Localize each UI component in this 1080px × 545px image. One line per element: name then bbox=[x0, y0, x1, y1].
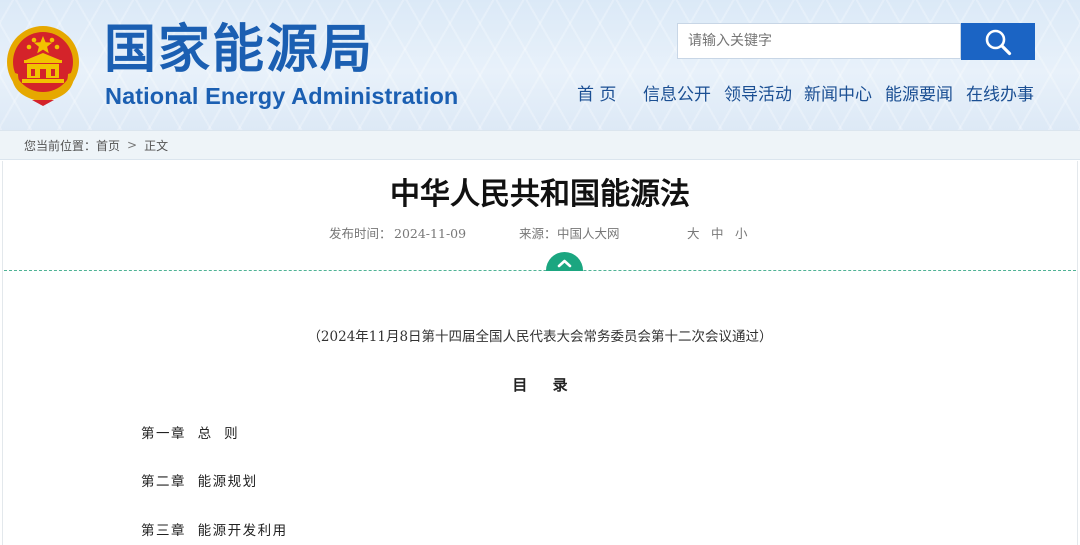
source-label: 来源： bbox=[519, 226, 557, 241]
toc-item[interactable]: 第一章 总 则 bbox=[141, 423, 239, 445]
source-value: 中国人大网 bbox=[557, 226, 620, 241]
toc-item[interactable]: 第二章 能源规划 bbox=[141, 471, 258, 493]
toc-item[interactable]: 第三章 能源开发利用 bbox=[141, 520, 288, 542]
divider bbox=[4, 270, 1076, 271]
breadcrumb-current: 正文 bbox=[144, 138, 169, 153]
article-meta: 发布时间： 2024-11-09 来源： 中国人大网 大 中 小 bbox=[0, 224, 1080, 244]
nav-item-info-disclosure[interactable]: 信息公开 bbox=[643, 82, 711, 108]
publish-date: 2024-11-09 bbox=[394, 226, 467, 241]
font-size-medium[interactable]: 中 bbox=[711, 224, 724, 244]
toc-title: 目 录 bbox=[512, 376, 578, 394]
site-title-en: National Energy Administration bbox=[105, 83, 459, 109]
font-size-large[interactable]: 大 bbox=[687, 224, 700, 244]
nav-item-leadership[interactable]: 领导活动 bbox=[724, 82, 792, 108]
font-size-small[interactable]: 小 bbox=[735, 224, 748, 244]
nav-item-energy-news[interactable]: 能源要闻 bbox=[885, 82, 953, 108]
site-header: 国家能源局 National Energy Administration 首 页… bbox=[0, 0, 1080, 130]
search-icon bbox=[985, 29, 1012, 55]
breadcrumb-home[interactable]: 首页 bbox=[96, 137, 120, 154]
publish-label: 发布时间： bbox=[329, 226, 392, 241]
site-title-cn: 国家能源局 bbox=[104, 20, 375, 80]
breadcrumb-prefix: 您当前位置： bbox=[24, 138, 97, 153]
nav-item-online-service[interactable]: 在线办事 bbox=[966, 82, 1034, 108]
article-title: 中华人民共和国能源法 bbox=[390, 177, 690, 212]
nav-item-news-center[interactable]: 新闻中心 bbox=[804, 82, 872, 108]
nav-item-home[interactable]: 首 页 bbox=[577, 82, 616, 108]
chevron-up-icon bbox=[557, 259, 572, 268]
breadcrumb-separator: > bbox=[127, 138, 138, 152]
search-button[interactable] bbox=[961, 23, 1035, 60]
passage-note: （2024年11月8日第十四届全国人民代表大会常务委员会第十二次会议通过） bbox=[307, 329, 773, 345]
search-input[interactable] bbox=[677, 23, 961, 59]
national-emblem-icon bbox=[7, 26, 79, 106]
breadcrumb: 您当前位置： 首页 > 正文 bbox=[0, 130, 1080, 160]
